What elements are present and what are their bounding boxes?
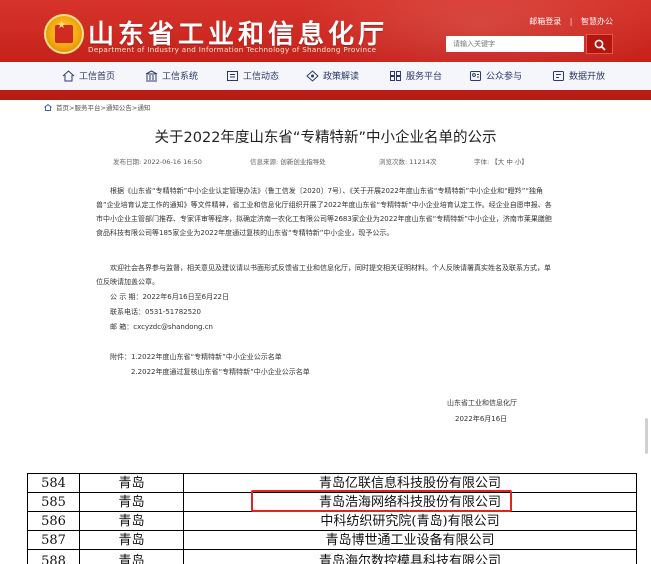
smart-office-link[interactable]: 智慧办公 [581,17,613,26]
nav-data[interactable]: 数据开放 [552,69,605,82]
font-size-label: 字体: [474,158,490,166]
article-paragraph-2: 欢迎社会各界参与监督，相关意见及建议请以书面形式反馈省工业和信息化厅，同时提交相… [96,264,551,286]
news-icon [227,70,238,81]
search-icon [594,39,606,51]
info-source-label: 信息来源: [250,158,279,166]
row-city: 青岛 [79,492,184,512]
attachment-link-2[interactable]: 2.2022年度通过复核山东省“专精特新”中小企业公示名单 [131,367,310,377]
home-icon [44,103,52,111]
nav-policy[interactable]: 政策解读 [306,69,359,82]
emblem-logo: ★ [44,14,84,54]
notice-period: 公 示 期：2022年6月16日至6月22日 [110,293,229,301]
policy-icon [306,69,319,82]
info-source-value: 创新创业指导处 [280,158,326,166]
row-company: 中科纺织研究院(青岛)有限公司 [183,511,637,531]
contact-phone: 联系电话：0531-51782520 [110,308,201,316]
view-count-value: 11214次 [409,158,437,166]
font-size-control: 字体: 【大 中 小】 [474,156,528,166]
row-city: 青岛 [79,511,184,531]
search-input[interactable] [446,36,584,52]
font-size-options[interactable]: 【大 中 小】 [491,158,528,166]
main-nav: 工信首页 工信系统 工信动态 政策解读 服务平台 公众参与 数据开放 [0,63,651,89]
nav-label: 工信动态 [243,72,280,82]
breadcrumb-text[interactable]: 首页>服务平台>通知公告>通知 [56,102,150,112]
table-row: 587 青岛 青岛博世通工业设备有限公司 [27,530,637,550]
nav-service[interactable]: 服务平台 [389,69,442,82]
nav-home[interactable]: 工信首页 [62,69,115,82]
row-number: 586 [27,511,80,531]
nav-label: 工信系统 [162,72,199,82]
signature-org: 山东省工业和信息化厅 [447,399,517,407]
row-number: 587 [27,530,80,550]
scrollbar-thumb[interactable] [645,418,648,454]
breadcrumb: 首页>服务平台>通知公告>通知 [44,102,150,112]
row-city: 青岛 [79,549,184,564]
row-number: 585 [27,492,80,512]
grid-icon [390,70,401,81]
row-company-text: 青岛海尔数控模具科技有限公司 [318,554,501,564]
row-city-text: 青岛 [118,554,145,564]
attachment-link-1[interactable]: 附件：1.2022年度山东省“专精特新”中小企业公示名单 [110,352,282,362]
row-number: 588 [27,549,80,564]
nav-label: 工信首页 [79,72,116,82]
row-city: 青岛 [79,473,184,493]
company-list-table: 584 青岛 青岛亿联信息科技股份有限公司 585 青岛 青岛浩海网络科技股份有… [27,473,637,564]
table-row: 588 青岛 青岛海尔数控模具科技有限公司 [27,549,637,564]
publish-date-value: 2022-06-16 16:50 [143,158,202,166]
nav-label: 政策解读 [323,72,360,82]
nav-news[interactable]: 工信动态 [226,69,279,82]
article-title: 关于2022年度山东省“专精特新”中小企业名单的公示 [154,130,497,146]
nav-system[interactable]: 工信系统 [145,69,198,82]
signature-date: 2022年6月16日 [455,415,508,423]
home-icon [62,69,75,81]
view-count: 浏览次数: 11214次 [379,156,436,166]
publish-date: 发布日期: 2022-06-16 16:50 [113,156,202,166]
data-icon [553,70,564,81]
row-number: 584 [27,473,80,493]
link-separator: | [569,17,573,26]
row-city: 青岛 [79,530,184,550]
info-source: 信息来源: 创新创业指导处 [250,156,326,166]
building-icon [145,69,158,81]
table-row: 586 青岛 中科纺织研究院(青岛)有限公司 [27,511,637,531]
row-company: 青岛海尔数控模具科技有限公司 [183,549,637,564]
search-button[interactable] [586,34,613,54]
people-icon [470,70,481,81]
nav-label: 服务平台 [406,72,443,82]
highlight-box [251,490,512,512]
top-links: 邮箱登录 | 智慧办公 [529,16,613,27]
mail-login-link[interactable]: 邮箱登录 [529,17,561,26]
article-paragraph-1: 根据《山东省“专精特新”中小企业认定管理办法》（鲁工信发〔2020〕7号）、《关… [96,187,552,237]
row-number-text: 588 [41,554,66,564]
nav-label: 数据开放 [569,72,606,82]
nav-public[interactable]: 公众参与 [469,69,522,82]
site-subtitle: Department of Industry and Information T… [88,45,377,54]
row-company: 青岛博世通工业设备有限公司 [183,530,637,550]
publish-date-label: 发布日期: [113,158,142,166]
nav-label: 公众参与 [486,72,523,82]
contact-email: 邮 箱：cxcyzdc@shandong.cn [110,323,213,331]
view-count-label: 浏览次数: [379,158,408,166]
star-icon: ★ [57,20,66,31]
